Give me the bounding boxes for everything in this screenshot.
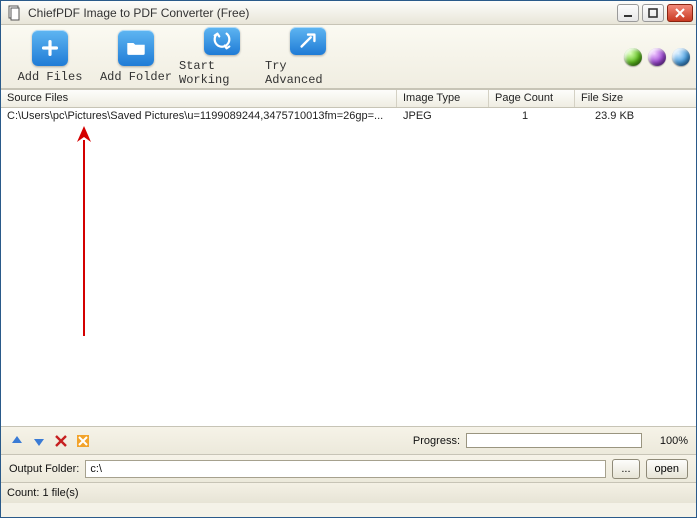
annotation-arrow bbox=[74, 126, 94, 346]
orb-green-button[interactable] bbox=[624, 48, 642, 66]
title-bar: ChiefPDF Image to PDF Converter (Free) bbox=[1, 1, 696, 25]
col-page-count[interactable]: Page Count bbox=[489, 90, 575, 107]
start-working-button[interactable]: Start Working bbox=[179, 27, 265, 87]
maximize-button[interactable] bbox=[642, 4, 664, 22]
file-list-body[interactable]: C:\Users\pc\Pictures\Saved Pictures\u=11… bbox=[1, 108, 696, 426]
add-files-button[interactable]: Add Files bbox=[7, 27, 93, 87]
list-toolbar: Progress: 100% bbox=[1, 427, 696, 455]
add-folder-label: Add Folder bbox=[100, 70, 172, 84]
table-row[interactable]: C:\Users\pc\Pictures\Saved Pictures\u=11… bbox=[1, 108, 696, 126]
status-bar: Count: 1 file(s) bbox=[1, 483, 696, 503]
add-files-label: Add Files bbox=[18, 70, 83, 84]
output-folder-input[interactable] bbox=[85, 460, 606, 478]
app-window: ChiefPDF Image to PDF Converter (Free) A… bbox=[0, 0, 697, 518]
move-up-button[interactable] bbox=[9, 433, 25, 449]
file-list-header: Source Files Image Type Page Count File … bbox=[1, 90, 696, 108]
add-folder-button[interactable]: Add Folder bbox=[93, 27, 179, 87]
col-image-type[interactable]: Image Type bbox=[397, 90, 489, 107]
col-source[interactable]: Source Files bbox=[1, 90, 397, 107]
window-title: ChiefPDF Image to PDF Converter (Free) bbox=[28, 6, 614, 20]
try-advanced-icon bbox=[290, 27, 326, 55]
cell-source: C:\Users\pc\Pictures\Saved Pictures\u=11… bbox=[1, 108, 397, 126]
main-toolbar: Add Files Add Folder Start Working Try A… bbox=[1, 25, 696, 89]
clear-all-button[interactable] bbox=[75, 433, 91, 449]
open-button[interactable]: open bbox=[646, 459, 688, 479]
add-folder-icon bbox=[118, 30, 154, 66]
progress-bar bbox=[466, 433, 642, 448]
status-count: Count: 1 file(s) bbox=[7, 487, 79, 499]
start-working-label: Start Working bbox=[179, 59, 265, 87]
start-working-icon bbox=[204, 27, 240, 55]
cell-type: JPEG bbox=[397, 108, 489, 126]
orb-blue-button[interactable] bbox=[672, 48, 690, 66]
orb-purple-button[interactable] bbox=[648, 48, 666, 66]
output-bar: Output Folder: ... open bbox=[1, 455, 696, 483]
cell-size: 23.9 KB bbox=[575, 108, 673, 126]
progress-percent: 100% bbox=[652, 435, 688, 447]
output-folder-label: Output Folder: bbox=[9, 463, 79, 475]
app-icon bbox=[7, 5, 23, 21]
cell-page: 1 bbox=[489, 108, 575, 126]
close-button[interactable] bbox=[667, 4, 693, 22]
file-list: Source Files Image Type Page Count File … bbox=[1, 89, 696, 427]
minimize-button[interactable] bbox=[617, 4, 639, 22]
move-down-button[interactable] bbox=[31, 433, 47, 449]
add-files-icon bbox=[32, 30, 68, 66]
col-file-size[interactable]: File Size bbox=[575, 90, 673, 107]
remove-item-button[interactable] bbox=[53, 433, 69, 449]
progress-label: Progress: bbox=[413, 435, 460, 447]
browse-button[interactable]: ... bbox=[612, 459, 639, 479]
try-advanced-label: Try Advanced bbox=[265, 59, 351, 87]
try-advanced-button[interactable]: Try Advanced bbox=[265, 27, 351, 87]
